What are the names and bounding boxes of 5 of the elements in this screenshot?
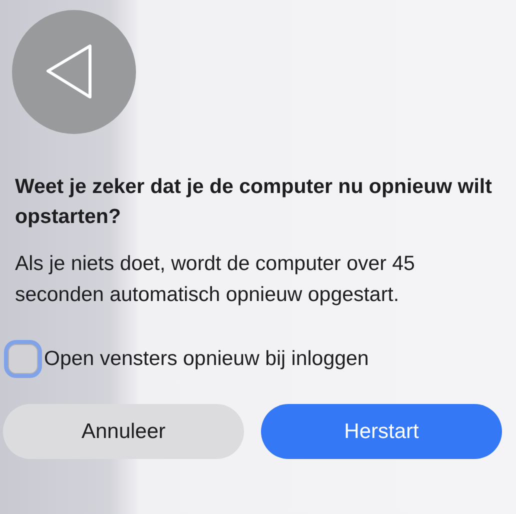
dialog-message: Als je niets doet, wordt de computer over 45 seconden automatisch opnieuw opgestart. bbox=[15, 251, 416, 308]
cancel-button[interactable]: Annuleer bbox=[3, 404, 244, 459]
restart-button[interactable]: Herstart bbox=[261, 404, 502, 459]
dialog-title: Weet je zeker dat je de computer nu opnieuw wilt opstarten? bbox=[15, 174, 493, 230]
checkbox-label[interactable]: Open vensters opnieuw bij inloggen bbox=[44, 347, 369, 371]
